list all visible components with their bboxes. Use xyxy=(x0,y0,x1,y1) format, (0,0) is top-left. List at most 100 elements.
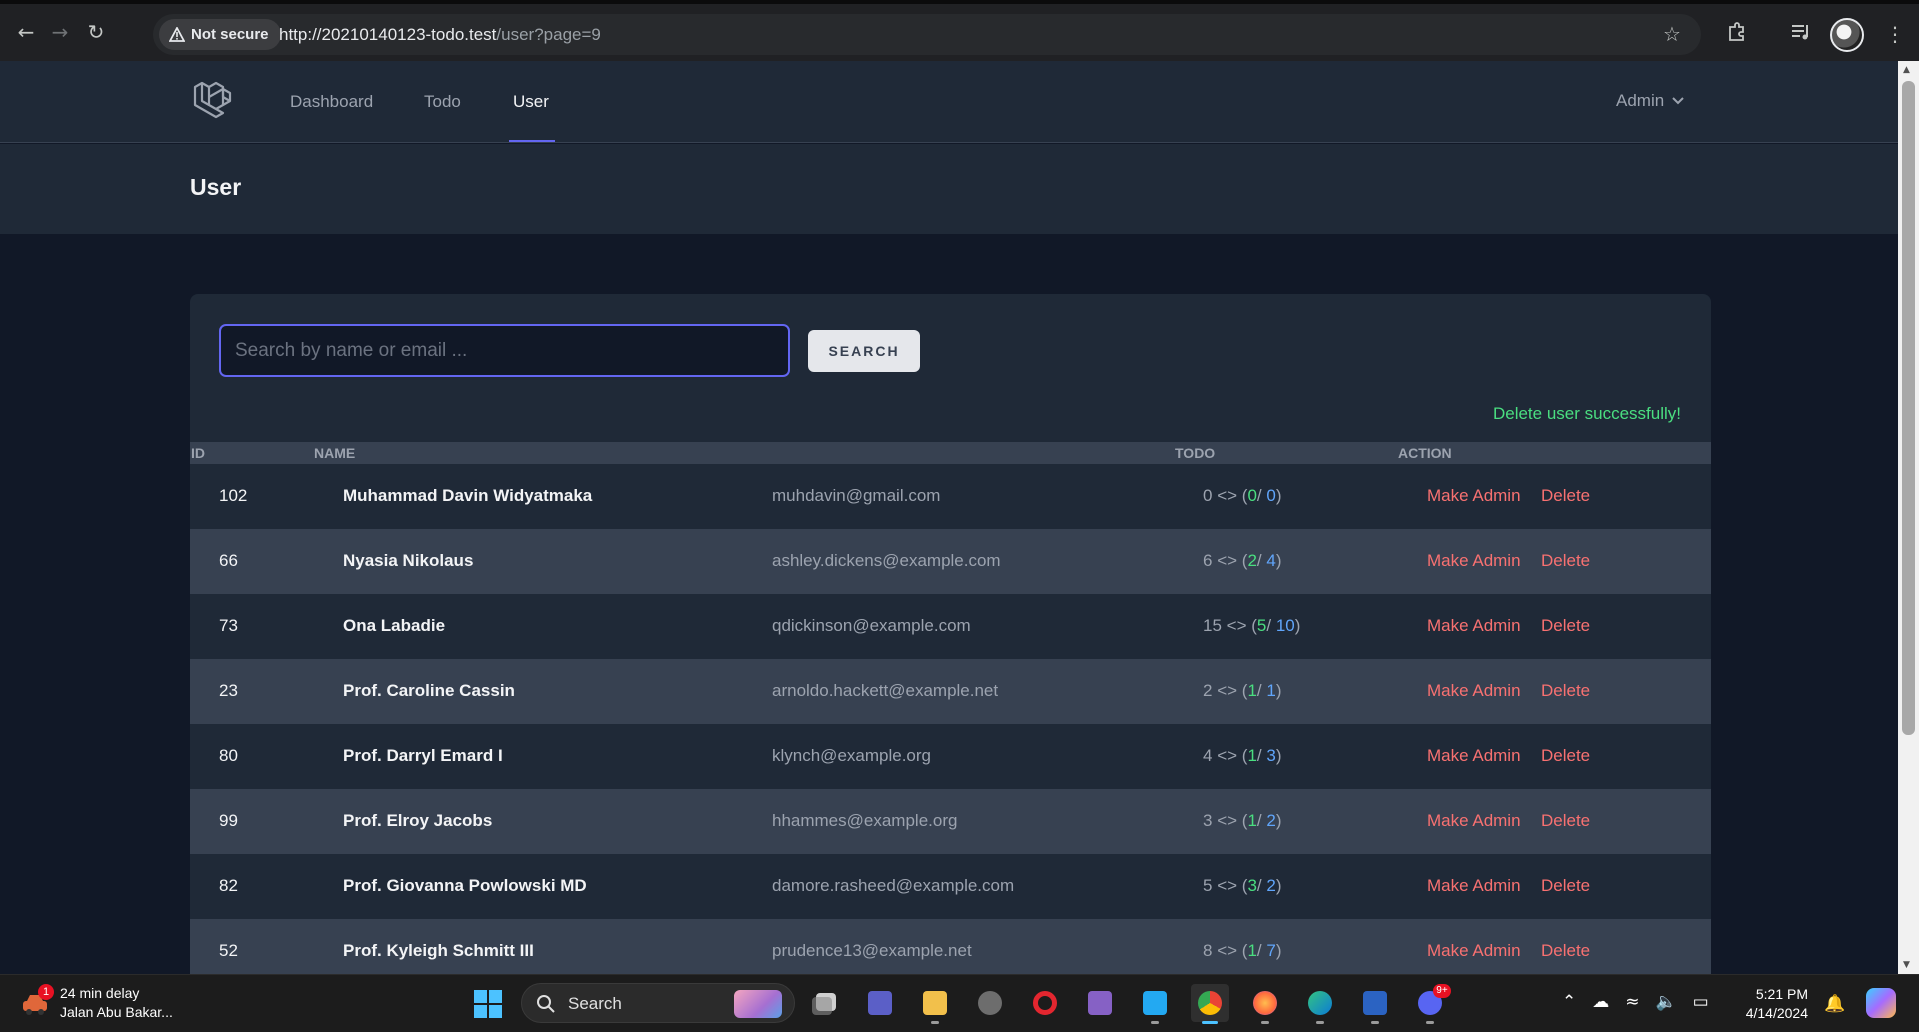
wifi-icon[interactable]: ≈ xyxy=(1625,992,1639,1012)
user-table-body: 102 Muhammad Davin Widyatmaka muhdavin@gma… xyxy=(190,464,1711,974)
discord-icon[interactable]: 9+ xyxy=(1411,984,1451,1024)
traffic-location: Jalan Abu Bakar... xyxy=(60,1004,173,1020)
cell-name: Prof. Darryl Emard I xyxy=(343,746,503,765)
cell-email: klynch@example.org xyxy=(772,746,931,765)
todo-done: 0 xyxy=(1247,486,1257,505)
todo-done: 5 xyxy=(1256,616,1267,635)
make-admin-button[interactable]: Make Admin xyxy=(1427,486,1521,506)
forward-icon[interactable]: → xyxy=(48,20,72,44)
todo-done: 2 xyxy=(1247,551,1257,570)
opera-icon[interactable] xyxy=(1026,984,1064,1022)
onedrive-icon[interactable]: ☁ xyxy=(1592,992,1609,1012)
volume-icon[interactable]: 🔈 xyxy=(1656,992,1677,1012)
make-admin-button[interactable]: Make Admin xyxy=(1427,551,1521,571)
search-icon xyxy=(537,995,555,1013)
table-row: 80 Prof. Darryl Emard I klynch@example.org… xyxy=(190,724,1711,789)
make-admin-button[interactable]: Make Admin xyxy=(1427,811,1521,831)
back-icon[interactable]: ← xyxy=(14,20,38,44)
table-row: 52 Prof. Kyleigh Schmitt III prudence13@ex… xyxy=(190,919,1711,974)
cell-id: 99 xyxy=(219,811,238,830)
scroll-down-icon[interactable]: ▼ xyxy=(1903,960,1910,970)
url-text[interactable]: http://20210140123-todo.test/user?page=9 xyxy=(279,25,601,45)
firefox-icon[interactable] xyxy=(1246,984,1284,1024)
search-button[interactable]: SEARCH xyxy=(808,330,920,372)
cell-id: 80 xyxy=(219,746,238,765)
make-admin-button[interactable]: Make Admin xyxy=(1427,746,1521,766)
todo-pending: 3 xyxy=(1266,746,1276,765)
header-todo: TODO xyxy=(1175,445,1216,461)
user-menu-label: Admin xyxy=(1616,91,1665,110)
vscode-icon[interactable] xyxy=(1136,984,1174,1024)
clock-time: 5:21 PM xyxy=(1755,986,1808,1002)
chrome-icon[interactable] xyxy=(1191,984,1229,1024)
traffic-widget[interactable]: 1 24 min delay Jalan Abu Bakar... xyxy=(20,984,173,1022)
clock-date: 4/14/2024 xyxy=(1745,1005,1808,1021)
extensions-icon[interactable] xyxy=(1724,21,1750,47)
windows-taskbar: 1 24 min delay Jalan Abu Bakar... Search… xyxy=(0,974,1919,1032)
nav-link-dashboard[interactable]: Dashboard xyxy=(290,92,373,112)
delete-button[interactable]: Delete xyxy=(1541,811,1590,831)
cell-email: damore.rasheed@example.com xyxy=(772,876,1015,895)
copilot-icon[interactable] xyxy=(1866,988,1896,1018)
header-action: ACTION xyxy=(1398,445,1452,461)
reload-icon[interactable]: ↻ xyxy=(84,20,108,44)
unity-hub-icon[interactable] xyxy=(971,984,1009,1022)
battery-icon[interactable]: ▭ xyxy=(1693,992,1709,1012)
chrome-menu-icon[interactable]: ⋮ xyxy=(1882,21,1908,47)
laravel-logo-icon[interactable] xyxy=(192,79,236,123)
cell-id: 23 xyxy=(219,681,238,700)
task-view-icon[interactable] xyxy=(807,984,845,1022)
todo-done: 1 xyxy=(1247,746,1257,765)
user-dropdown[interactable]: Admin xyxy=(1616,91,1684,111)
page-scrollbar[interactable]: ▲ ▼ xyxy=(1898,61,1919,974)
media-queue-icon[interactable] xyxy=(1788,21,1814,47)
teams-icon[interactable] xyxy=(861,984,899,1022)
cell-todo: 0 <> (0/ 0) xyxy=(1203,486,1282,505)
cell-email: ashley.dickens@example.com xyxy=(772,551,1001,570)
user-card: SEARCH Delete user successfully! ID NAME… xyxy=(190,294,1711,974)
chevron-up-icon[interactable]: ⌃ xyxy=(1562,992,1576,1012)
make-admin-button[interactable]: Make Admin xyxy=(1427,681,1521,701)
delete-button[interactable]: Delete xyxy=(1541,486,1590,506)
edge-icon[interactable] xyxy=(1301,984,1339,1024)
windows-start-icon[interactable] xyxy=(472,988,504,1020)
address-bar[interactable]: Not secure http://20210140123-todo.test/… xyxy=(153,14,1701,55)
cell-name: Nyasia Nikolaus xyxy=(343,551,474,570)
todo-total: 2 xyxy=(1203,681,1213,700)
word-icon[interactable] xyxy=(1356,984,1394,1024)
security-chip[interactable]: Not secure xyxy=(159,19,281,50)
header-id: ID xyxy=(191,445,205,461)
url-path: /user?page=9 xyxy=(496,25,601,44)
table-row: 23 Prof. Caroline Cassin arnoldo.hackett@e… xyxy=(190,659,1711,724)
cell-todo: 2 <> (1/ 1) xyxy=(1203,681,1282,700)
delete-button[interactable]: Delete xyxy=(1541,746,1590,766)
scroll-up-icon[interactable]: ▲ xyxy=(1903,65,1910,75)
make-admin-button[interactable]: Make Admin xyxy=(1427,876,1521,896)
delete-button[interactable]: Delete xyxy=(1541,551,1590,571)
make-admin-button[interactable]: Make Admin xyxy=(1427,616,1521,636)
delete-button[interactable]: Delete xyxy=(1541,941,1590,961)
file-explorer-icon[interactable] xyxy=(916,984,954,1024)
nav-link-user[interactable]: User xyxy=(513,92,549,112)
car-icon: 1 xyxy=(20,984,54,1018)
delete-button[interactable]: Delete xyxy=(1541,616,1590,636)
nav-link-todo[interactable]: Todo xyxy=(424,92,461,112)
cell-id: 73 xyxy=(219,616,238,635)
delete-button[interactable]: Delete xyxy=(1541,876,1590,896)
todo-pending: 7 xyxy=(1266,941,1276,960)
delete-button[interactable]: Delete xyxy=(1541,681,1590,701)
flash-message: Delete user successfully! xyxy=(1492,404,1681,423)
notification-bell-icon[interactable]: 🔔 xyxy=(1824,994,1845,1014)
search-input[interactable] xyxy=(219,324,790,377)
make-admin-button[interactable]: Make Admin xyxy=(1427,941,1521,961)
visual-studio-icon[interactable] xyxy=(1081,984,1119,1022)
taskbar-clock[interactable]: 5:21 PM 4/14/2024 xyxy=(1738,985,1808,1023)
profile-avatar[interactable] xyxy=(1830,18,1864,52)
taskbar-search-box[interactable]: Search xyxy=(521,983,795,1023)
cell-email: qdickinson@example.com xyxy=(772,616,971,635)
header-name: NAME xyxy=(314,445,356,461)
scroll-thumb[interactable] xyxy=(1902,81,1915,735)
bookmark-star-icon[interactable]: ☆ xyxy=(1659,21,1685,47)
todo-total: 15 xyxy=(1203,616,1222,635)
system-tray: ⌃ ☁ ≈ 🔈 ▭ xyxy=(1562,992,1709,1012)
